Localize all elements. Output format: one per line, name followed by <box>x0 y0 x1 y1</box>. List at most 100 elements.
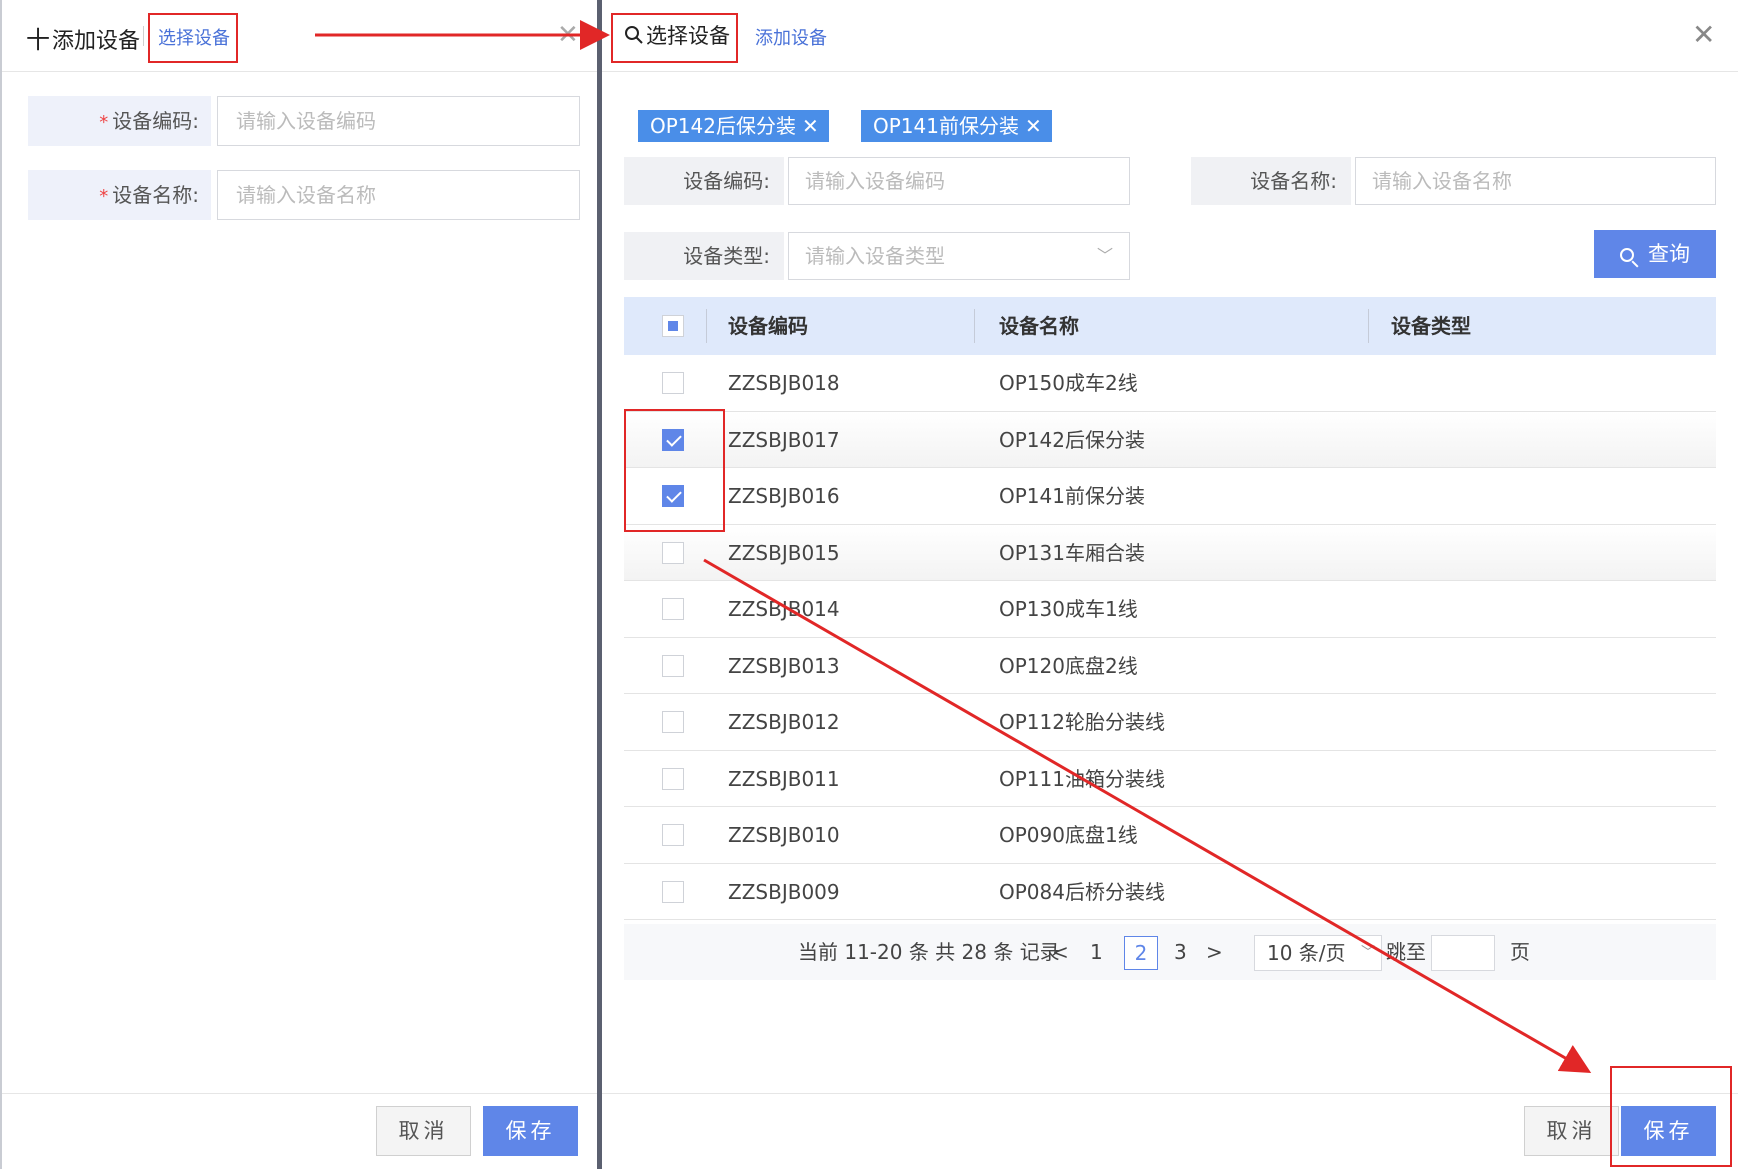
table-row[interactable]: ZZSBJB010 OP090底盘1线 <box>624 807 1716 864</box>
required-mark: * <box>99 186 109 207</box>
page-size-select[interactable]: 10 条/页 ﹀ <box>1254 935 1382 971</box>
plus-icon: 十 <box>26 26 50 54</box>
pagination: 当前 11-20 条 共 28 条 记录 < 1 2 3 > 10 条/页 ﹀ … <box>624 924 1716 980</box>
device-name-label: * 设备名称: <box>28 170 211 220</box>
add-device-panel: 十添加设备 选择设备 ✕ * 设备编码: 请输入设备编码 * 设备名称: 请输入设备… <box>0 0 597 1169</box>
prev-page-icon[interactable]: < <box>1052 924 1069 980</box>
jump-label: 跳至 <box>1386 940 1426 964</box>
table-row[interactable]: ZZSBJB014 OP130成车1线 <box>624 581 1716 638</box>
tab-add-device-link[interactable]: 添加设备 <box>755 24 827 50</box>
cell-code: ZZSBJB018 <box>728 371 840 395</box>
table-row[interactable]: ZZSBJB012 OP112轮胎分装线 <box>624 694 1716 751</box>
chevron-down-icon: ﹀ <box>1096 246 1113 265</box>
filter-type-select[interactable]: 请输入设备类型 ﹀ <box>788 232 1130 280</box>
add-device-header: 十添加设备 选择设备 ✕ <box>2 0 597 72</box>
row-checkbox[interactable] <box>662 485 684 507</box>
selected-chip: OP142后保分装 ✕ <box>638 110 829 142</box>
column-header-type[interactable]: 设备类型 <box>1391 297 1471 355</box>
filter-code-input[interactable]: 请输入设备编码 <box>788 157 1130 205</box>
table-row[interactable]: ZZSBJB009 OP084后桥分装线 <box>624 863 1716 920</box>
column-divider <box>974 309 975 343</box>
cell-name: OP130成车1线 <box>999 597 1138 621</box>
select-device-footer: 取消 保存 <box>602 1093 1738 1169</box>
column-divider <box>706 309 707 343</box>
device-name-row: * 设备名称: 请输入设备名称 <box>28 170 580 220</box>
page-3[interactable]: 3 <box>1174 924 1187 980</box>
query-button[interactable]: 查询 <box>1594 230 1716 278</box>
page-2-current[interactable]: 2 <box>1124 936 1158 970</box>
save-button[interactable]: 保存 <box>1621 1106 1716 1156</box>
column-divider <box>1368 309 1369 343</box>
tab-add-device-label: 添加设备 <box>52 29 141 54</box>
row-checkbox[interactable] <box>662 654 684 677</box>
chip-remove-icon[interactable]: ✕ <box>802 114 819 138</box>
cell-code: ZZSBJB016 <box>728 484 840 508</box>
next-page-icon[interactable]: > <box>1206 924 1223 980</box>
filter-type-label: 设备类型: <box>624 232 784 280</box>
cell-code: ZZSBJB011 <box>728 766 840 791</box>
row-checkbox[interactable] <box>662 372 684 394</box>
device-table: 设备编码 设备名称 设备类型 ZZSBJB018 OP150成车2线 ZZSBJB0… <box>624 297 1716 920</box>
close-icon[interactable]: ✕ <box>557 20 579 50</box>
device-code-label: * 设备编码: <box>28 96 211 146</box>
cell-name: OP090底盘1线 <box>999 823 1138 847</box>
cell-code: ZZSBJB014 <box>728 597 840 621</box>
cancel-button[interactable]: 取消 <box>376 1106 471 1156</box>
cell-code: ZZSBJB015 <box>728 540 840 565</box>
cancel-button[interactable]: 取消 <box>1524 1106 1619 1156</box>
table-row[interactable]: ZZSBJB017 OP142后保分装 <box>624 411 1716 468</box>
table-body: ZZSBJB018 OP150成车2线 ZZSBJB017 OP142后保分装 ZZSB… <box>624 355 1716 920</box>
column-header-code[interactable]: 设备编码 <box>728 297 808 355</box>
filter-name-label: 设备名称: <box>1191 157 1351 205</box>
save-button[interactable]: 保存 <box>483 1106 578 1156</box>
device-name-input[interactable]: 请输入设备名称 <box>217 170 580 220</box>
column-header-name[interactable]: 设备名称 <box>999 297 1079 355</box>
select-all-checkbox[interactable] <box>662 315 684 337</box>
row-checkbox[interactable] <box>662 880 684 903</box>
required-mark: * <box>99 112 109 133</box>
chevron-down-icon: ﹀ <box>1361 945 1375 961</box>
table-row[interactable]: ZZSBJB018 OP150成车2线 <box>624 355 1716 412</box>
tab-add-device[interactable]: 十添加设备 <box>26 20 140 55</box>
row-checkbox[interactable] <box>662 541 684 564</box>
cell-code: ZZSBJB010 <box>728 823 840 847</box>
cell-code: ZZSBJB017 <box>728 427 840 452</box>
cell-name: OP131车厢合装 <box>999 540 1145 565</box>
table-row[interactable]: ZZSBJB015 OP131车厢合装 <box>624 524 1716 581</box>
select-device-panel: 选择设备 添加设备 ✕ OP142后保分装 ✕ OP141前保分装 ✕ 设备编码: … <box>602 0 1738 1169</box>
tab-divider <box>143 26 144 46</box>
select-device-header: 选择设备 添加设备 ✕ <box>602 0 1738 72</box>
row-checkbox[interactable] <box>662 824 684 846</box>
device-code-row: * 设备编码: 请输入设备编码 <box>28 96 580 146</box>
table-header: 设备编码 设备名称 设备类型 <box>624 297 1716 355</box>
chip-remove-icon[interactable]: ✕ <box>1025 114 1042 138</box>
jump-page-input[interactable] <box>1431 935 1495 971</box>
table-row[interactable]: ZZSBJB011 OP111油箱分装线 <box>624 750 1716 807</box>
row-checkbox[interactable] <box>662 767 684 790</box>
row-checkbox[interactable] <box>662 428 684 451</box>
cell-name: OP112轮胎分装线 <box>999 710 1165 734</box>
cell-name: OP084后桥分装线 <box>999 879 1165 904</box>
tab-select-device-link[interactable]: 选择设备 <box>158 24 230 50</box>
row-checkbox[interactable] <box>662 598 684 620</box>
cell-name: OP141前保分装 <box>999 484 1145 508</box>
page-suffix: 页 <box>1510 940 1530 964</box>
pagination-summary: 当前 11-20 条 共 28 条 记录 <box>798 940 1060 964</box>
cell-code: ZZSBJB013 <box>728 653 840 678</box>
page-1[interactable]: 1 <box>1090 924 1103 980</box>
filter-code-label: 设备编码: <box>624 157 784 205</box>
search-icon <box>1620 248 1634 262</box>
cell-name: OP111油箱分装线 <box>999 766 1165 791</box>
filter-name-input[interactable]: 请输入设备名称 <box>1355 157 1716 205</box>
selected-chip: OP141前保分装 ✕ <box>861 110 1052 142</box>
cell-name: OP142后保分装 <box>999 427 1145 452</box>
row-checkbox[interactable] <box>662 711 684 733</box>
table-row[interactable]: ZZSBJB016 OP141前保分装 <box>624 468 1716 525</box>
tab-select-device[interactable]: 选择设备 <box>624 20 730 50</box>
table-row[interactable]: ZZSBJB013 OP120底盘2线 <box>624 637 1716 694</box>
cell-code: ZZSBJB012 <box>728 710 840 734</box>
device-code-input[interactable]: 请输入设备编码 <box>217 96 580 146</box>
cell-name: OP120底盘2线 <box>999 653 1138 678</box>
close-icon[interactable]: ✕ <box>1692 18 1715 51</box>
search-icon <box>625 26 643 44</box>
